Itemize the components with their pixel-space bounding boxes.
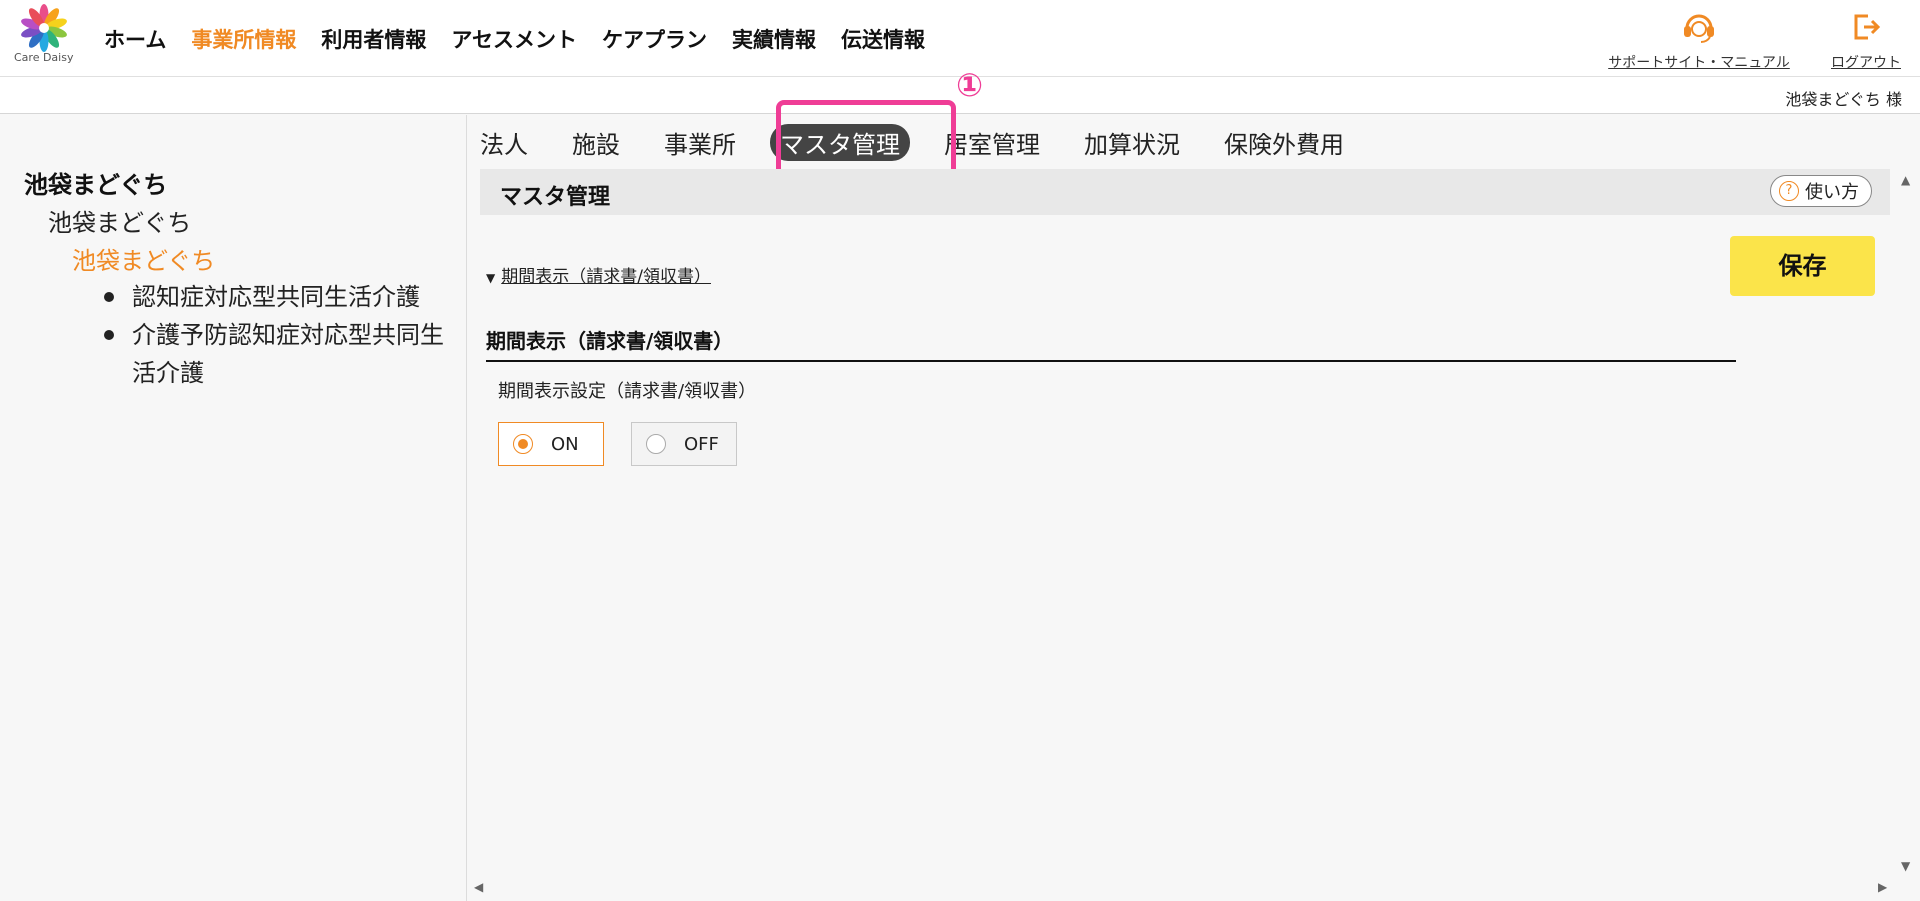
period-display-collapse-toggle[interactable]: ▼ 期間表示（請求書/領収書） [486, 262, 711, 287]
save-button[interactable]: 保存 [1730, 236, 1875, 296]
top-bar: Care Daisy ホーム 事業所情報 利用者情報 アセスメント ケアプラン … [0, 0, 1920, 76]
section-header: マスタ管理 ? 使い方 [480, 169, 1890, 215]
nav-user-info[interactable]: 利用者情報 [321, 24, 426, 54]
tree-office[interactable]: 池袋まどぐち [72, 241, 215, 276]
nav-home[interactable]: ホーム [104, 24, 166, 54]
tab-office[interactable]: 事業所 [664, 125, 736, 160]
nav-office-info[interactable]: 事業所情報 [191, 24, 296, 54]
tree-service-list: 認知症対応型共同生活介護 介護予防認知症対応型共同生活介護 [104, 278, 464, 392]
nav-assessment[interactable]: アセスメント [451, 24, 577, 54]
period-display-setting-label: 期間表示設定（請求書/領収書） [498, 381, 757, 402]
tab-facility[interactable]: 施設 [572, 125, 620, 160]
how-to-use-label: 使い方 [1805, 182, 1859, 203]
tab-room-management[interactable]: 居室管理 [944, 125, 1040, 160]
tree-service-item[interactable]: 認知症対応型共同生活介護 [104, 278, 464, 316]
tree-corporation[interactable]: 池袋まどぐち [24, 165, 167, 200]
annotation-number: ① [956, 66, 984, 104]
tab-master-management[interactable]: マスタ管理 [770, 123, 910, 161]
radio-selected-icon [513, 434, 533, 454]
group-title: 期間表示（請求書/領収書） [486, 325, 1736, 362]
scroll-up-arrow-icon[interactable]: ▲ [1901, 173, 1910, 187]
logo-text: Care Daisy [14, 51, 74, 64]
user-name: 池袋まどぐち 様 [1785, 90, 1902, 109]
nav-care-plan[interactable]: ケアプラン [602, 24, 707, 54]
scroll-left-arrow-icon[interactable]: ◀ [474, 880, 483, 894]
radio-on[interactable]: ON [498, 422, 604, 466]
logout-label: ログアウト [1831, 55, 1901, 71]
nav-transmission[interactable]: 伝送情報 [841, 24, 925, 54]
bullet-icon [104, 292, 114, 302]
tree-facility[interactable]: 池袋まどぐち [48, 203, 191, 238]
radio-off[interactable]: OFF [631, 422, 737, 466]
how-to-use-button[interactable]: ? 使い方 [1770, 175, 1872, 207]
tab-corporation[interactable]: 法人 [480, 125, 528, 160]
tree-service-item[interactable]: 介護予防認知症対応型共同生活介護 [104, 316, 464, 392]
support-manual-link[interactable]: サポートサイト・マニュアル [1606, 8, 1792, 72]
main-nav: ホーム 事業所情報 利用者情報 アセスメント ケアプラン 実績情報 伝送情報 [104, 24, 950, 54]
support-manual-label: サポートサイト・マニュアル [1608, 55, 1790, 71]
triangle-down-icon: ▼ [486, 271, 496, 285]
scroll-down-arrow-icon[interactable]: ▼ [1901, 859, 1910, 873]
tab-addition-status[interactable]: 加算状況 [1084, 125, 1180, 160]
horizontal-scrollbar[interactable]: ◀ ▶ [470, 878, 1896, 898]
logout-link[interactable]: ログアウト [1826, 8, 1906, 72]
radio-off-label: OFF [684, 433, 719, 455]
radio-on-label: ON [551, 433, 579, 455]
tree-service-label: 介護予防認知症対応型共同生活介護 [132, 321, 444, 387]
scroll-right-arrow-icon[interactable]: ▶ [1878, 880, 1887, 894]
nav-performance[interactable]: 実績情報 [732, 24, 816, 54]
headset-icon [1684, 14, 1714, 43]
section-title: マスタ管理 [500, 185, 611, 210]
tree-service-label: 認知症対応型共同生活介護 [132, 283, 420, 311]
period-display-link-label: 期間表示（請求書/領収書） [501, 267, 711, 287]
bullet-icon [104, 330, 114, 340]
office-tree: 池袋まどぐち 池袋まどぐち 池袋まどぐち 認知症対応型共同生活介護 介護予防認知… [0, 115, 467, 901]
logout-icon [1854, 14, 1881, 40]
tab-non-insurance-costs[interactable]: 保険外費用 [1224, 125, 1344, 160]
question-icon: ? [1779, 181, 1799, 201]
office-tabs: 法人 施設 事業所 マスタ管理 居室管理 加算状況 保険外費用 [480, 118, 1388, 166]
vertical-scrollbar[interactable]: ▲ ▼ [1896, 169, 1918, 881]
radio-unselected-icon [646, 434, 666, 454]
